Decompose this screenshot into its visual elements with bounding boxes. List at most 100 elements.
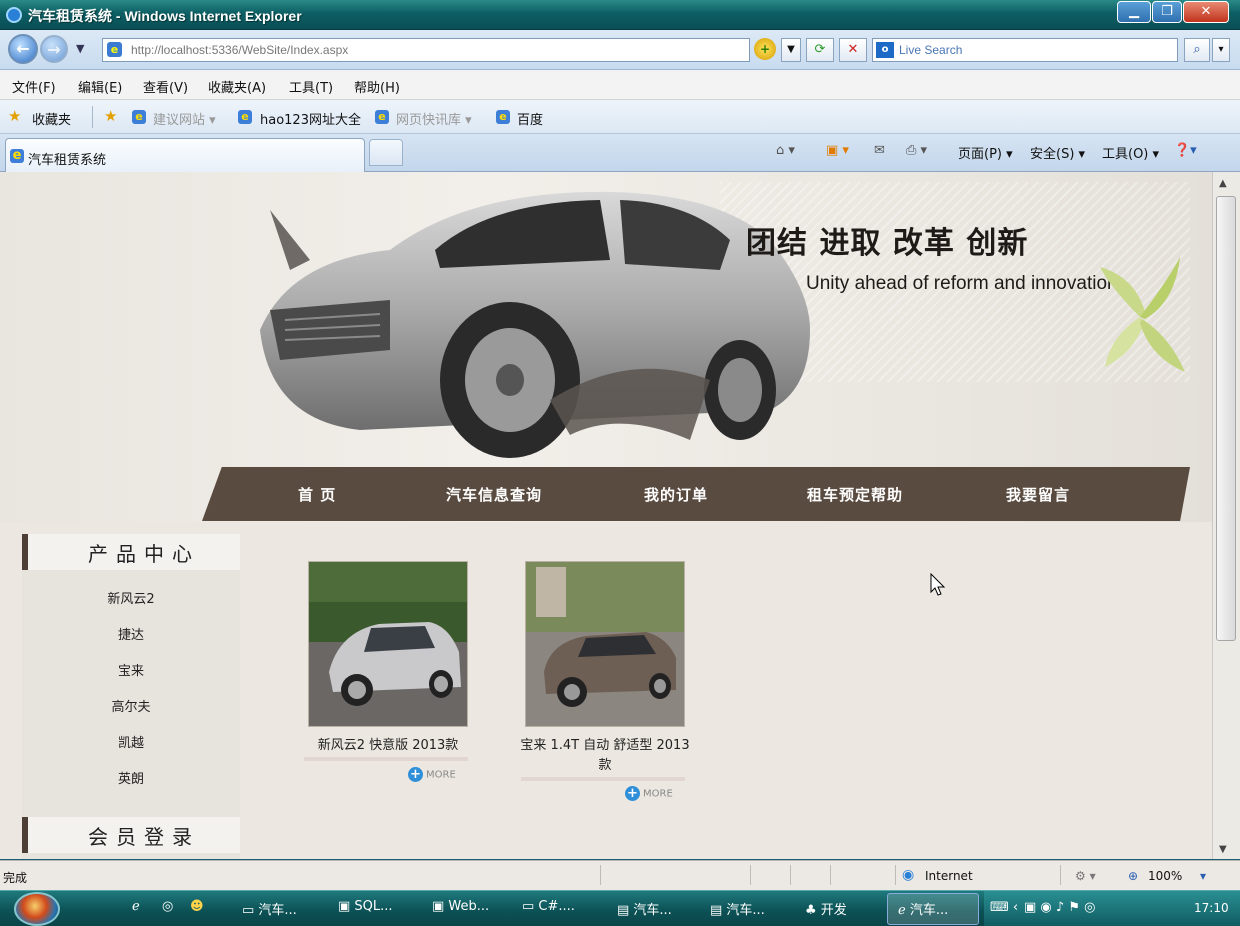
tray-icons[interactable]: ▣ ◉ ♪ ⚑ ◎ [1024,900,1095,915]
divider [790,865,791,885]
quicklaunch-browser-icon[interactable]: ◎ [162,899,173,914]
zoom-dropdown-icon[interactable]: ▾ [1200,869,1206,883]
address-dropdown-button[interactable]: ▼ [781,38,801,62]
fav-link-webslice[interactable]: 网页快讯库 ▾ [396,109,472,128]
search-field[interactable]: o Live Search [872,38,1178,62]
product-image[interactable] [308,561,468,727]
nav-booking-help[interactable]: 租车预定帮助 [807,484,903,505]
print-icon[interactable]: ⎙ ▾ [906,143,927,158]
home-icon[interactable]: ⌂ ▾ [776,143,795,158]
tab-bar: e 汽车租赁系统 ⌂ ▾ ▣ ▾ ✉ ⎙ ▾ 页面(P) ▾ 安全(S) ▾ 工… [0,134,1240,172]
product-card: 宝来 1.4T 自动 舒适型 2013款 + MORE [520,561,695,821]
taskbar-item-ie[interactable]: ℯ 汽车... [898,899,948,918]
favorites-label[interactable]: 收藏夹 [32,109,71,128]
ie-page-icon: e [238,110,252,124]
history-dropdown-icon[interactable]: ▼ [76,42,84,55]
divider [750,865,751,885]
quicklaunch-app-icon[interactable]: ☻ [190,899,204,914]
divider [600,865,601,885]
fav-link-suggested[interactable]: 建议网站 ▾ [153,109,216,128]
taskbar-item-csharp[interactable]: ▭ C#.... [522,899,575,914]
quicklaunch-ie-icon[interactable]: ℯ [132,899,140,914]
zoom-icon[interactable]: ⊕ [1128,869,1138,883]
close-button[interactable]: ✕ [1183,1,1229,23]
sidebar-item-excelle[interactable]: 凯越 [22,732,240,751]
product-name[interactable]: 宝来 1.4T 自动 舒适型 2013款 [515,736,695,776]
divider [92,106,93,128]
minimize-button[interactable]: ▁ [1117,1,1151,23]
protected-mode-icon[interactable]: ⚙ ▾ [1075,869,1096,883]
mail-icon[interactable]: ✉ [874,143,885,158]
help-icon[interactable]: ❓▾ [1174,143,1197,158]
sidebar-item-fengyun2[interactable]: 新风云2 [22,588,240,607]
product-image[interactable] [525,561,685,727]
plus-icon: + [625,786,640,801]
more-link[interactable]: + MORE [408,767,456,783]
vertical-scrollbar[interactable]: ▲ ▼ [1212,172,1240,859]
nav-home[interactable]: 首 页 [298,484,336,505]
scroll-up-arrow-icon[interactable]: ▲ [1219,178,1227,189]
scroll-down-arrow-icon[interactable]: ▼ [1219,844,1227,855]
menu-help[interactable]: 帮助(H) [354,77,400,96]
plus-icon: + [408,767,423,782]
menu-edit[interactable]: 编辑(E) [78,77,122,96]
nav-car-search[interactable]: 汽车信息查询 [446,484,542,505]
sidebar-item-jetta[interactable]: 捷达 [22,624,240,643]
fav-link-hao123[interactable]: hao123网址大全 [260,109,361,128]
taskbar-item-dev[interactable]: ♣ 开发 [805,899,847,918]
sidebar-item-bora[interactable]: 宝来 [22,660,240,679]
window-title: 汽车租赁系统 - Windows Internet Explorer [28,8,302,24]
product-name[interactable]: 新风云2 快意版 2013款 [298,736,478,756]
taskbar-item-word2[interactable]: ▤ 汽车... [710,899,765,918]
taskbar-item-word1[interactable]: ▤ 汽车... [617,899,672,918]
search-icon[interactable]: ⌕ [1184,38,1210,62]
sidebar-item-golf[interactable]: 高尔夫 [22,696,240,715]
new-tab-button[interactable] [369,139,403,166]
taskbar-item-label: 汽车... [909,903,949,918]
ie-page-icon: e [132,110,146,124]
compat-icon[interactable]: + [754,38,776,60]
address-field[interactable]: e http://localhost:5336/WebSite/Index.as… [102,38,750,62]
tab-active[interactable]: e 汽车租赁系统 [5,138,365,172]
zoom-level[interactable]: 100% [1148,869,1182,883]
taskbar-item-web[interactable]: ▣ Web... [432,899,489,914]
start-button[interactable] [14,892,60,926]
search-options-button[interactable]: ▾ [1212,38,1230,62]
more-link[interactable]: + MORE [625,786,673,802]
menu-tools[interactable]: 工具(T) [289,77,333,96]
menu-view[interactable]: 查看(V) [143,77,188,96]
add-favorite-icon[interactable]: ★ [104,107,117,125]
maximize-button[interactable]: ❐ [1152,1,1182,23]
title-bar: 汽车租赁系统 - Windows Internet Explorer ▁ ❐ ✕ [0,0,1240,30]
taskbar-item-label: C#.... [538,899,575,914]
taskbar-item-label: SQL... [354,899,393,914]
tools-menu[interactable]: 工具(O) ▾ [1102,143,1159,162]
back-button[interactable]: ← [8,34,38,64]
forward-button[interactable]: → [40,35,68,63]
nav-leave-message[interactable]: 我要留言 [1006,484,1070,505]
feeds-icon[interactable]: ▣ ▾ [826,143,849,158]
page-menu[interactable]: 页面(P) ▾ [958,143,1013,162]
menu-file[interactable]: 文件(F) [12,77,56,96]
leaf-decoration-icon [1100,257,1185,372]
favorites-star-icon[interactable]: ★ [8,107,21,125]
taskbar-item-folder[interactable]: ▭ 汽车... [242,899,297,918]
menu-favorites[interactable]: 收藏夹(A) [208,77,266,96]
scrollbar-thumb[interactable] [1216,196,1236,641]
safety-menu[interactable]: 安全(S) ▾ [1030,143,1085,162]
page-icon: e [107,42,122,57]
sidebar-item-verano[interactable]: 英朗 [22,768,240,787]
taskbar-item-label: 汽车... [633,903,672,918]
stop-button[interactable]: ✕ [839,38,867,62]
nav-my-orders[interactable]: 我的订单 [644,484,708,505]
member-login-title: 会员登录 [88,825,200,849]
slogan-chinese: 团结 进取 改革 创新 [746,226,1029,261]
divider [830,865,831,885]
clock[interactable]: 17:10 [1194,901,1229,915]
product-underline [304,757,468,761]
refresh-button[interactable]: ⟳ [806,38,834,62]
taskbar-item-sql[interactable]: ▣ SQL... [338,899,393,914]
fav-link-baidu[interactable]: 百度 [517,109,543,128]
live-search-icon: o [876,42,894,58]
keyboard-icon[interactable]: ⌨ ‹ [990,900,1018,915]
